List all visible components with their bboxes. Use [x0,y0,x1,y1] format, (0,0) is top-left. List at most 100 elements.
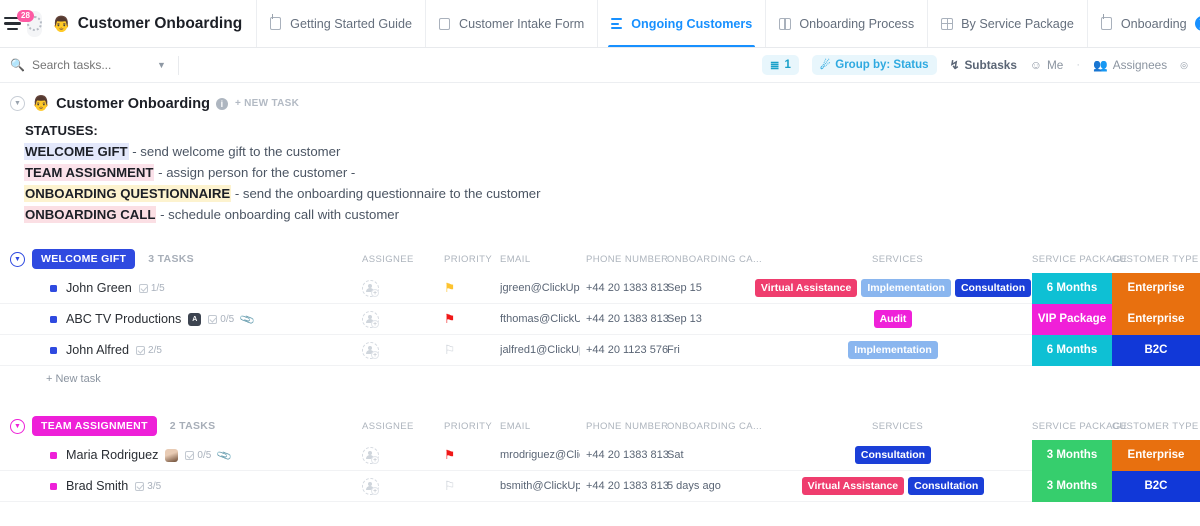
view-tab-by-service-package[interactable]: By Service Package [927,0,1087,47]
search-chevron-down-icon[interactable]: ▼ [157,60,166,70]
service-package-cell[interactable]: 6 Months [1032,334,1112,366]
table-row[interactable]: John Green 1/5 + ⚑ jgreen@ClickUp. +44 20 138… [0,272,1200,304]
onboarding-call-cell[interactable]: Sat [667,440,684,471]
table-row[interactable]: John Alfred 2/5 + ⚐ jalfred1@ClickUp +44 20 1… [0,334,1200,366]
service-tag[interactable]: Implementation [861,279,951,297]
task-name-cell[interactable]: John Green 1/5 [66,273,165,304]
customer-type-cell[interactable]: Enterprise [1112,272,1200,304]
customer-type-cell[interactable]: Enterprise [1112,439,1200,471]
onboarding-call-cell[interactable]: 5 days ago [667,471,721,502]
task-name-cell[interactable]: ABC TV Productions A 0/5 📎 [66,304,257,335]
task-name-cell[interactable]: Brad Smith 3/5 [66,471,161,502]
priority-cell[interactable]: ⚑ [444,273,455,304]
services-cell[interactable]: Virtual Assistance Implementation Consulta… [754,273,1032,304]
service-tag[interactable]: Implementation [848,341,938,359]
attachment-icon[interactable]: 📎 [216,446,233,464]
assignee-cell[interactable]: + [362,304,379,335]
email-cell[interactable]: bsmith@ClickUp. [500,471,580,502]
phone-cell[interactable]: +44 20 1383 813 [586,304,669,335]
assignee-cell[interactable]: + [362,471,379,502]
assignees-filter-button[interactable]: 👥 Assignees [1093,58,1167,72]
priority-flag-icon[interactable]: ⚑ [444,449,455,462]
group-status-badge[interactable]: TEAM ASSIGNMENT [32,416,157,436]
service-package-cell[interactable]: 3 Months [1032,470,1112,502]
service-package-cell[interactable]: VIP Package [1032,303,1112,335]
email-cell[interactable]: mrodriguez@Clic [500,440,580,471]
info-icon[interactable]: i [215,97,228,110]
service-package-cell[interactable]: 6 Months [1032,272,1112,304]
priority-cell[interactable]: ⚑ [444,440,455,471]
collapse-page-icon[interactable]: ▼ [10,96,25,111]
service-tag[interactable]: Consultation [954,279,1032,297]
status-description-text: - assign person for the customer - [154,165,356,180]
services-cell[interactable]: Consultation [760,440,1030,471]
menu-toggle-button[interactable]: 28 [4,9,34,31]
email-cell[interactable]: fthomas@ClickU [500,304,580,335]
toolbar-more-icon[interactable]: ◎ [1180,60,1188,71]
service-tag[interactable]: Virtual Assistance [801,477,905,495]
onboarding-call-cell[interactable]: Sep 13 [667,304,702,335]
table-row[interactable]: Maria Rodriguez 0/5 📎 + ⚑ mrodriguez@Clic +44 … [0,439,1200,471]
onboarding-call-cell[interactable]: Fri [667,335,680,366]
collapse-group-icon[interactable]: ▼ [10,418,25,434]
task-avatar[interactable]: A [188,312,202,326]
priority-flag-icon[interactable]: ⚑ [444,282,455,295]
collapse-group-icon[interactable]: ▼ [10,251,25,267]
add-assignee-icon[interactable]: + [362,341,379,359]
priority-cell[interactable]: ⚐ [444,335,455,366]
customer-type-cell[interactable]: B2C [1112,470,1200,502]
forward-arrow-icon[interactable]: ❯ [1194,16,1200,31]
add-assignee-icon[interactable]: + [362,477,379,495]
new-task-button[interactable]: + NEW TASK [235,98,299,109]
filter-button[interactable]: ≣ 1 [761,55,799,75]
view-tab-onboarding-process[interactable]: Onboarding Process [765,0,927,47]
assignee-cell[interactable]: + [362,335,379,366]
search-input[interactable] [31,58,150,72]
service-tag[interactable]: Virtual Assistance [754,279,858,297]
phone-cell[interactable]: +44 20 1123 576 [586,335,668,366]
phone-cell[interactable]: +44 20 1383 813 [586,471,669,502]
add-assignee-icon[interactable]: + [362,279,379,297]
add-assignee-icon[interactable]: + [362,310,379,328]
priority-cell[interactable]: ⚐ [444,471,455,502]
add-assignee-icon[interactable]: + [362,446,379,464]
group-by-button[interactable]: ☄ Group by: Status [811,55,937,75]
me-filter-button[interactable]: ☺ Me [1030,58,1063,72]
workspace-emoji-icon: 👨 [52,15,71,33]
task-name-cell[interactable]: Maria Rodriguez 0/5 📎 [66,440,234,471]
service-tag[interactable]: Audit [873,310,913,328]
email-cell[interactable]: jgreen@ClickUp. [500,273,580,304]
task-avatar[interactable] [165,448,179,462]
service-package-cell[interactable]: 3 Months [1032,439,1112,471]
services-cell[interactable]: Audit [760,304,1030,335]
priority-flag-icon[interactable]: ⚐ [444,344,455,357]
view-tab-ongoing-customers[interactable]: Ongoing Customers [597,0,765,47]
group-status-badge[interactable]: WELCOME GIFT [32,249,136,269]
view-tab-getting-started-guide[interactable]: Getting Started Guide [256,0,425,47]
services-cell[interactable]: Implementation [760,335,1030,366]
priority-cell[interactable]: ⚑ [444,304,455,335]
search-container[interactable]: 🔍 ▼ [0,58,178,72]
email-cell[interactable]: jalfred1@ClickUp [500,335,580,366]
workspace-title[interactable]: 👨 Customer Onboarding [42,15,256,33]
customer-type-cell[interactable]: B2C [1112,334,1200,366]
priority-flag-icon[interactable]: ⚐ [444,480,455,493]
view-tab-customer-intake-form[interactable]: Customer Intake Form [424,0,597,47]
onboarding-call-cell[interactable]: Sep 15 [667,273,702,304]
priority-flag-icon[interactable]: ⚑ [444,313,455,326]
services-cell[interactable]: Virtual Assistance Consultation [760,471,1030,502]
phone-cell[interactable]: +44 20 1383 813 [586,273,669,304]
task-name-cell[interactable]: John Alfred 2/5 [66,335,162,366]
subtasks-button[interactable]: ↯ Subtasks [950,58,1017,72]
phone-cell[interactable]: +44 20 1383 813 [586,440,669,471]
service-tag[interactable]: Consultation [908,477,985,495]
table-row[interactable]: Brad Smith 3/5 + ⚐ bsmith@ClickUp. +44 20 138… [0,470,1200,502]
customer-type-cell[interactable]: Enterprise [1112,303,1200,335]
table-row[interactable]: ABC TV Productions A 0/5 📎 + ⚑ fthomas@ClickU +… [0,303,1200,335]
assignee-cell[interactable]: + [362,440,379,471]
service-tag[interactable]: Consultation [854,446,932,464]
attachment-icon[interactable]: 📎 [239,310,256,328]
assignee-cell[interactable]: + [362,273,379,304]
view-tab-onboarding[interactable]: Onboarding ❯ [1086,0,1200,47]
add-new-task-row[interactable]: + New task [0,366,1200,392]
